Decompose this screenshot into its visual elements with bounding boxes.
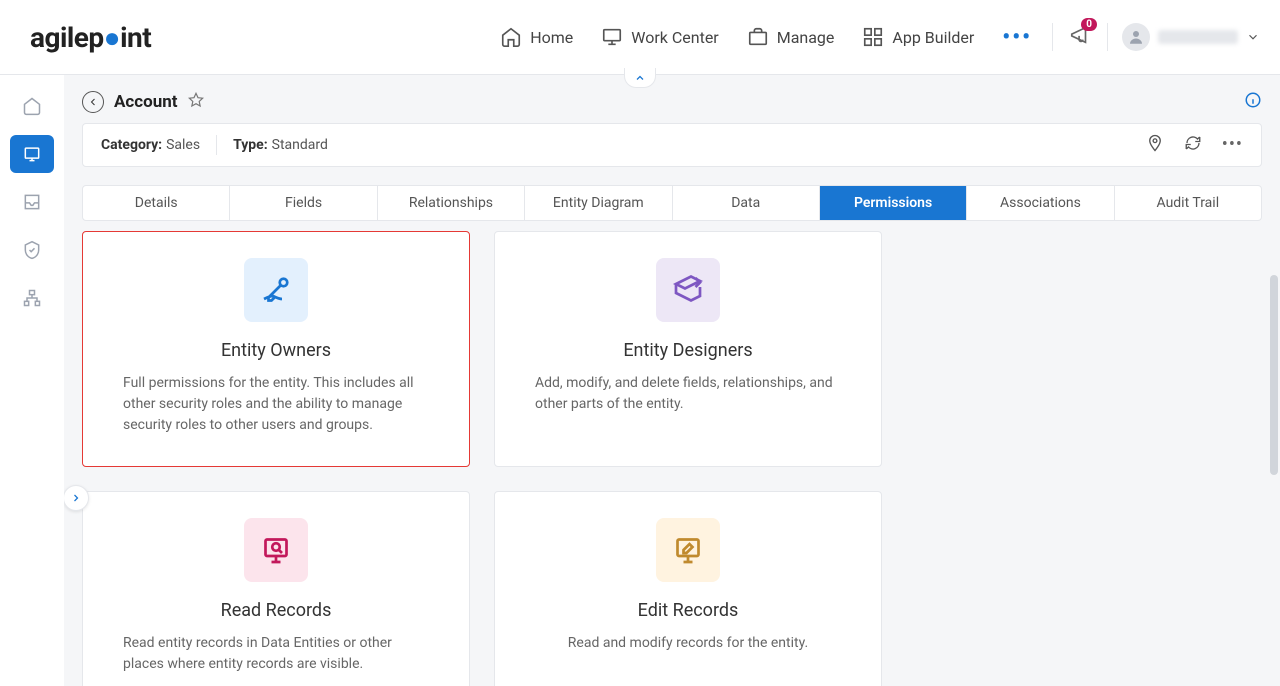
logo-text-post: int — [120, 21, 151, 54]
notification-badge: 0 — [1081, 18, 1097, 31]
meta-bar: Category: Sales Type: Standard ••• — [82, 123, 1262, 167]
tabs: DetailsFieldsRelationshipsEntity Diagram… — [82, 185, 1262, 221]
meta-type-label: Type: — [233, 137, 268, 153]
home-icon — [500, 26, 522, 48]
layout: Account Category: Sales Type: Standard — [0, 75, 1280, 686]
nav-work-center-label: Work Center — [631, 28, 718, 47]
card-title: Read Records — [123, 600, 429, 621]
permission-card-edit-records[interactable]: Edit Records Read and modify records for … — [494, 491, 882, 686]
monitor-icon — [601, 26, 623, 48]
card-description: Add, modify, and delete fields, relation… — [535, 373, 841, 415]
design-icon — [656, 258, 720, 322]
edit-board-icon — [656, 518, 720, 582]
location-icon — [1146, 134, 1164, 152]
meta-category-label: Category: — [101, 137, 162, 153]
tab-data[interactable]: Data — [673, 186, 820, 220]
grid-icon — [862, 26, 884, 48]
logo[interactable]: agilep●int — [30, 21, 151, 54]
more-actions-button[interactable]: ••• — [1222, 134, 1243, 156]
info-icon — [1244, 91, 1262, 109]
person-icon — [1127, 28, 1145, 46]
nav-app-builder[interactable]: App Builder — [862, 26, 974, 48]
topnav-items: Home Work Center Manage App Builder ••• — [500, 25, 1032, 50]
nav-more[interactable]: ••• — [1002, 25, 1032, 50]
nav-app-builder-label: App Builder — [892, 28, 974, 47]
star-icon — [188, 92, 204, 108]
favorite-button[interactable] — [188, 92, 204, 112]
permission-card-entity-designers[interactable]: Entity Designers Add, modify, and delete … — [494, 231, 882, 467]
divider — [216, 135, 217, 155]
chevron-up-icon — [634, 72, 646, 84]
scrollbar[interactable] — [1270, 275, 1278, 475]
tab-entity-diagram[interactable]: Entity Diagram — [525, 186, 672, 220]
nav-work-center[interactable]: Work Center — [601, 26, 718, 48]
inbox-icon — [22, 192, 42, 212]
refresh-icon — [1184, 134, 1202, 152]
topnav-right: 0 — [1052, 23, 1260, 51]
sidebar-item-hierarchy[interactable] — [10, 279, 54, 317]
nav-manage-label: Manage — [777, 28, 835, 47]
meta-actions: ••• — [1146, 134, 1243, 156]
nav-manage[interactable]: Manage — [747, 26, 835, 48]
search-board-icon — [244, 518, 308, 582]
logo-text-pre: agilep — [30, 21, 104, 54]
shield-icon — [22, 240, 42, 260]
sidebar-item-security[interactable] — [10, 231, 54, 269]
tab-details[interactable]: Details — [83, 186, 230, 220]
page-title: Account — [114, 92, 178, 112]
user-menu[interactable] — [1107, 23, 1260, 51]
hierarchy-icon — [22, 288, 42, 308]
tab-fields[interactable]: Fields — [230, 186, 377, 220]
username — [1158, 30, 1238, 44]
sidebar — [0, 75, 64, 686]
sidebar-item-inbox[interactable] — [10, 183, 54, 221]
expand-sidebar-button[interactable] — [64, 485, 89, 511]
card-title: Entity Designers — [535, 340, 841, 361]
cards-scroll[interactable]: Entity Owners Full permissions for the en… — [82, 231, 1262, 686]
card-title: Edit Records — [535, 600, 841, 621]
sidebar-item-entities[interactable] — [10, 135, 54, 173]
permission-card-entity-owners[interactable]: Entity Owners Full permissions for the en… — [82, 231, 470, 467]
collapse-topnav-button[interactable] — [624, 68, 656, 88]
locate-button[interactable] — [1146, 134, 1164, 156]
briefcase-icon — [747, 26, 769, 48]
meta-type-value: Standard — [272, 137, 328, 153]
nav-home-label: Home — [530, 28, 573, 47]
meta-category-value: Sales — [166, 137, 200, 153]
arrow-left-icon — [87, 96, 99, 108]
chevron-down-icon — [1246, 30, 1260, 44]
house-icon — [22, 96, 42, 116]
tab-audit-trail[interactable]: Audit Trail — [1115, 186, 1261, 220]
card-title: Entity Owners — [123, 340, 429, 361]
chevron-right-icon — [70, 492, 82, 504]
top-navigation: agilep●int Home Work Center Manage App B… — [0, 0, 1280, 75]
notifications-button[interactable]: 0 — [1069, 24, 1091, 50]
info-button[interactable] — [1244, 91, 1262, 113]
sidebar-item-home[interactable] — [10, 87, 54, 125]
tab-associations[interactable]: Associations — [967, 186, 1114, 220]
permission-card-read-records[interactable]: Read Records Read entity records in Data … — [82, 491, 470, 686]
avatar — [1122, 23, 1150, 51]
logo-dot: ● — [104, 21, 120, 54]
card-description: Full permissions for the entity. This in… — [123, 373, 429, 436]
cards-grid: Entity Owners Full permissions for the en… — [82, 231, 1254, 686]
back-button[interactable] — [82, 91, 104, 113]
page-header: Account — [82, 91, 1262, 113]
meta-category: Category: Sales — [101, 137, 200, 153]
meta-type: Type: Standard — [233, 137, 328, 153]
tab-permissions[interactable]: Permissions — [820, 186, 967, 220]
monitor-icon — [22, 144, 42, 164]
key-hand-icon — [244, 258, 308, 322]
card-description: Read entity records in Data Entities or … — [123, 633, 429, 675]
refresh-button[interactable] — [1184, 134, 1202, 156]
nav-home[interactable]: Home — [500, 26, 573, 48]
main-content: Account Category: Sales Type: Standard — [64, 75, 1280, 686]
tab-relationships[interactable]: Relationships — [378, 186, 525, 220]
card-description: Read and modify records for the entity. — [535, 633, 841, 654]
